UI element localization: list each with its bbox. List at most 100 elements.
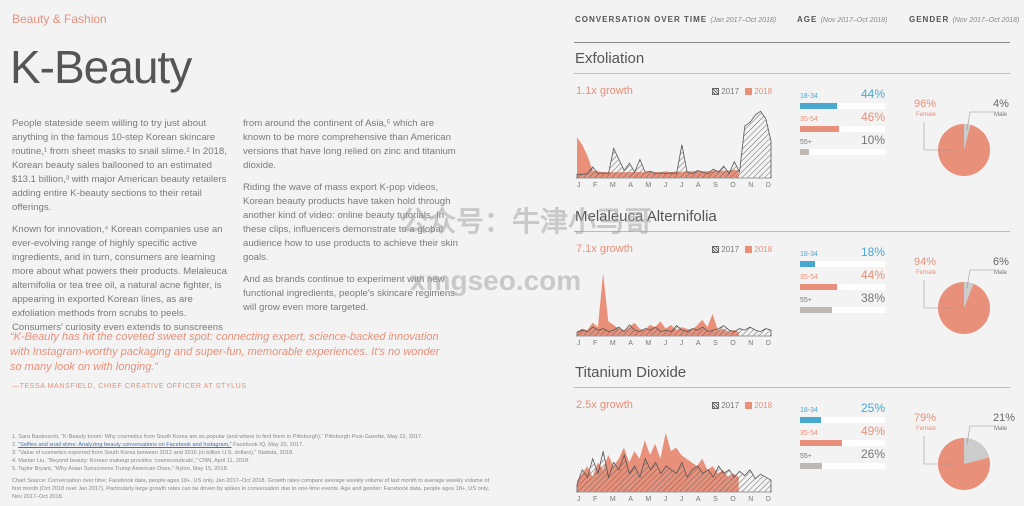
gender-pie-chart (923, 269, 994, 334)
age-bar-track (800, 417, 885, 423)
gender-pie-chart (923, 111, 994, 176)
legend-swatch-2018 (745, 246, 753, 253)
age-bar-track (800, 307, 885, 313)
legend-swatch-2017 (712, 88, 719, 95)
age-bar-track (800, 261, 885, 267)
footnote: 1. Sara Bauknecht, “K-Beauty boom: Why c… (12, 434, 423, 440)
month-tick: S (713, 182, 718, 189)
age-bar-fill (800, 284, 838, 290)
conversation-area-chart (576, 432, 772, 493)
month-tick: A (695, 496, 701, 503)
header-range: (Nov 2017–Oct 2018) (820, 17, 888, 24)
conversation-area-chart (576, 110, 772, 179)
month-tick: M (609, 496, 616, 503)
month-tick: O (730, 340, 736, 347)
month-tick: J (663, 182, 668, 189)
age-bar-fill (800, 103, 838, 109)
month-axis: JFMAMJJASOND (577, 340, 771, 347)
age-label: 18-34 (800, 251, 818, 258)
month-tick: J (577, 182, 581, 189)
month-tick: M (645, 496, 652, 503)
footnote: 3. “Value of cosmetics exported from Sou… (12, 450, 294, 456)
growth-label: 2.5x growth (576, 399, 633, 411)
footnote-text: Facebook IQ, May 20, 2017. (231, 442, 304, 448)
pull-quote: “K-Beauty has hit the coveted sweet spot… (10, 331, 440, 373)
legend-label: 2018 (754, 87, 773, 96)
month-tick: A (695, 340, 701, 347)
legend-label: 2018 (754, 245, 773, 254)
conversation-area-chart (576, 273, 772, 337)
watermark: xmgseo.com (410, 265, 582, 296)
age-percent: 25% (860, 401, 885, 415)
month-tick: J (663, 340, 668, 347)
month-tick: J (679, 182, 684, 189)
month-tick: F (593, 182, 598, 189)
month-tick: M (609, 340, 616, 347)
age-label: 55+ (800, 453, 812, 460)
header-range: (Nov 2017–Oct 2018) (952, 17, 1020, 24)
month-tick: J (679, 340, 684, 347)
watermark: 公众号：牛津小马哥 (400, 206, 653, 237)
age-label: 55+ (800, 297, 812, 304)
age-percent: 44% (860, 87, 885, 101)
series-2018-area (577, 273, 739, 336)
chart-legend: 2017 2018 (712, 87, 772, 96)
growth-label: 1.1x growth (576, 85, 633, 97)
header-range: (Jan 2017–Oct 2018) (710, 17, 777, 24)
month-tick: J (577, 496, 581, 503)
paragraph: from around the continent of Asia,⁵ whic… (243, 118, 456, 171)
age-percent: 46% (860, 110, 885, 124)
age-bar-track (800, 126, 885, 132)
month-tick: A (628, 340, 633, 347)
series-2017-area (576, 110, 772, 179)
month-tick: D (765, 182, 771, 189)
header-conversation: CONVERSATION OVER TIME (Jan 2017–Oct 201… (575, 15, 776, 24)
paragraph: Known for innovation,⁴ Korean companies … (12, 224, 227, 333)
age-percent: 44% (860, 268, 885, 282)
header-age: AGE (Nov 2017–Oct 2018) (797, 15, 888, 24)
header-divider (574, 42, 1010, 43)
legend-swatch-2017 (712, 402, 719, 409)
paragraph: People stateside seem willing to try jus… (12, 118, 227, 213)
age-bar-track (800, 149, 885, 155)
legend-label: 2017 (721, 87, 740, 96)
age-label: 18-34 (800, 407, 818, 414)
month-tick: A (628, 496, 633, 503)
age-bar-track (800, 463, 885, 469)
gender-pie-chart (923, 425, 994, 490)
age-percent: 49% (860, 424, 885, 438)
panel-title: Exfoliation (575, 50, 645, 67)
age-bar-fill (800, 307, 833, 313)
quote-attribution: —TESSA MANSFIELD, CHIEF CREATIVE OFFICER… (12, 383, 247, 390)
footnotes: 1. Sara Bauknecht, “K-Beauty boom: Why c… (12, 433, 492, 501)
age-label: 35-54 (800, 116, 818, 123)
month-tick: J (663, 496, 668, 503)
legend-swatch-2018 (745, 402, 753, 409)
month-tick: M (645, 182, 652, 189)
growth-label: 7.1x growth (576, 243, 633, 255)
age-percent: 10% (860, 133, 885, 147)
month-tick: M (645, 340, 652, 347)
legend-label: 2017 (721, 245, 740, 254)
month-tick: F (593, 496, 598, 503)
panel-divider (574, 387, 1010, 388)
panel-divider (574, 73, 1010, 74)
age-label: 35-54 (800, 430, 818, 437)
age-percent: 26% (860, 447, 885, 461)
age-bar-track (800, 103, 885, 109)
legend-label: 2018 (754, 401, 773, 410)
footnote-link[interactable]: “Selfies and snail slime: Analyzing beau… (18, 442, 231, 448)
month-axis: JFMAMJJASOND (577, 496, 771, 503)
month-tick: J (679, 496, 684, 503)
body-column-1: People stateside seem willing to try jus… (12, 117, 232, 343)
category-label: Beauty & Fashion (12, 12, 107, 26)
age-percent: 18% (860, 245, 885, 259)
month-tick: F (593, 340, 598, 347)
month-tick: J (577, 340, 581, 347)
footnote: 5. Taylor Bryant, “Why Asian Sunscreens … (12, 466, 229, 472)
age-label: 18-34 (800, 93, 818, 100)
header-label: CONVERSATION OVER TIME (575, 15, 708, 24)
legend-swatch-2018 (745, 88, 753, 95)
age-bar-track (800, 284, 885, 290)
chart-source: Chart Source: Conversation over time: Fa… (12, 478, 490, 500)
